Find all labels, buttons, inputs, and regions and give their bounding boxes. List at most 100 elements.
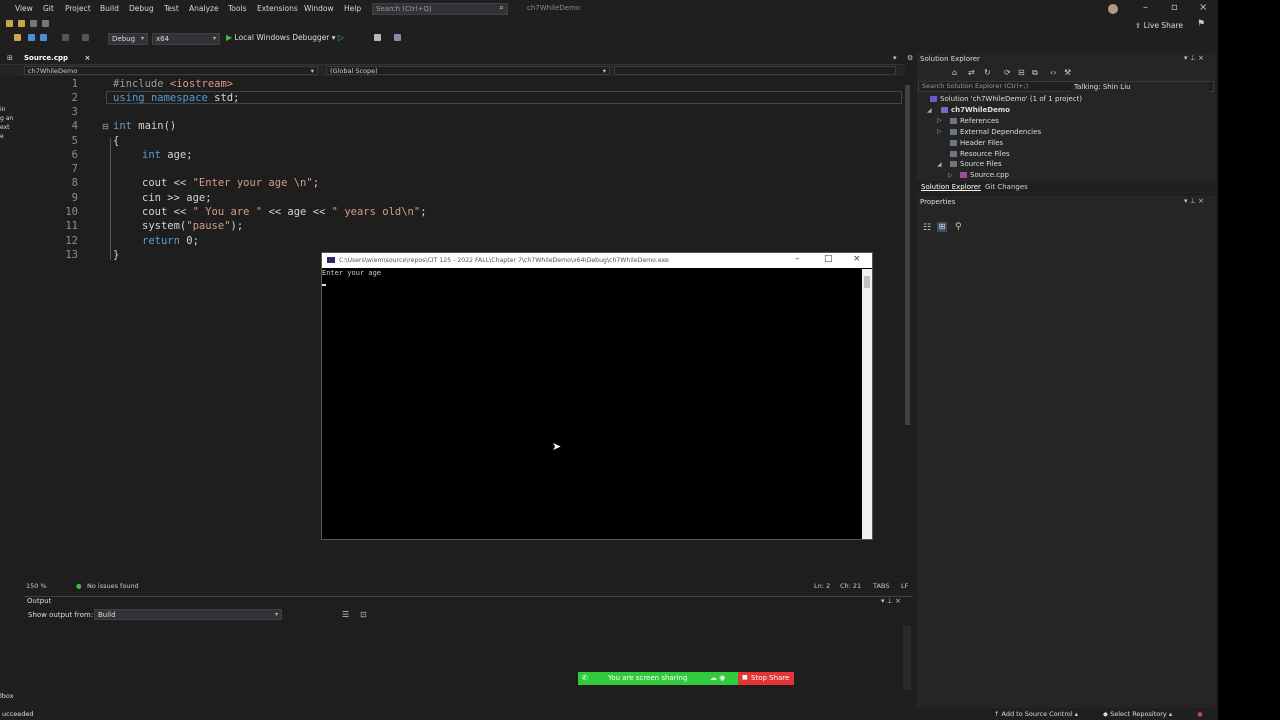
menu-tools[interactable]: Tools	[228, 4, 246, 13]
line-number: 3	[71, 106, 78, 118]
output-scrollbar[interactable]	[903, 626, 911, 690]
console-window[interactable]	[321, 252, 873, 540]
panel-pin-icon[interactable]: ▾ ⊥ ×	[1184, 54, 1204, 62]
collapse-caret-icon[interactable]: ▷	[937, 128, 942, 135]
word-wrap-icon[interactable]: ☰	[342, 610, 349, 619]
console-scrollbar[interactable]	[862, 269, 872, 539]
menu-build[interactable]: Build	[100, 4, 119, 13]
switch-views-icon[interactable]: ⇄	[968, 68, 975, 77]
sync-icon[interactable]: ↻	[984, 68, 991, 77]
tree-references[interactable]: References	[950, 117, 999, 125]
project-combo[interactable]: ch7WhileDemo ▾	[24, 66, 318, 75]
save-all-icon[interactable]	[40, 34, 47, 41]
sharing-options-icon[interactable]: ☁ ◉	[710, 674, 725, 682]
code-line-1: #include <iostream>	[113, 78, 234, 90]
panel-pin-icon[interactable]: ▾ ⊥ ×	[1184, 197, 1204, 205]
properties-icon[interactable]: ⚒	[1064, 68, 1071, 77]
layout-icon[interactable]	[394, 34, 401, 41]
avatar[interactable]	[1108, 4, 1118, 14]
save-icon[interactable]	[30, 20, 37, 27]
tab-overflow-icon[interactable]: ▾	[893, 54, 897, 62]
tree-source-cpp[interactable]: Source.cpp	[960, 171, 1009, 179]
line-ending[interactable]: LF	[901, 582, 908, 590]
code-view-icon[interactable]: ‹›	[1050, 68, 1056, 77]
close-tab-icon[interactable]: ×	[84, 54, 90, 62]
console-minimize-icon[interactable]: –	[795, 254, 800, 264]
repository-label: Select Repository	[1110, 710, 1167, 718]
source-control-button[interactable]: ↑ Add to Source Control ▴	[994, 710, 1078, 718]
line-position: Ln: 2	[814, 582, 831, 590]
live-share-button[interactable]: ⇪ Live Share	[1135, 21, 1183, 30]
tab-solution-explorer[interactable]: Solution Explorer	[921, 183, 981, 191]
config-combo[interactable]: Debug ▾	[108, 33, 148, 45]
zoom-level[interactable]: 150 %	[26, 582, 47, 590]
alphabetical-icon[interactable]: ⊞	[937, 222, 947, 232]
tree-header-files[interactable]: Header Files	[950, 139, 1003, 147]
menu-git[interactable]: Git	[43, 4, 54, 13]
tree-solution[interactable]: Solution 'ch7WhileDemo' (1 of 1 project)	[930, 95, 1082, 103]
tab-git-changes[interactable]: Git Changes	[985, 183, 1028, 191]
collapse-caret-icon[interactable]: ▷	[948, 172, 953, 179]
menu-analyze[interactable]: Analyze	[189, 4, 219, 13]
search-input[interactable]: Search (Ctrl+Q) ⌕	[372, 3, 508, 15]
collapse-icon[interactable]: ⊟	[102, 122, 109, 131]
open-folder-icon[interactable]	[18, 20, 25, 27]
notifications-icon[interactable]: ◉	[1197, 710, 1203, 718]
categorized-icon[interactable]: ☷	[923, 223, 931, 233]
menu-debug[interactable]: Debug	[129, 4, 154, 13]
expand-caret-icon[interactable]: ◢	[937, 161, 942, 168]
undo-icon[interactable]	[62, 34, 69, 41]
show-all-files-icon[interactable]: ⧉	[1032, 68, 1038, 78]
open-icon[interactable]	[14, 34, 21, 41]
breakpoint-icon[interactable]	[374, 34, 381, 41]
feedback-icon[interactable]: ⚑	[1197, 19, 1205, 29]
cutoff-text: e	[0, 133, 4, 140]
tree-source-files[interactable]: Source Files	[950, 160, 1002, 168]
scope-combo[interactable]: (Global Scope) ▾	[326, 66, 610, 75]
config-value: Debug	[112, 35, 136, 43]
save-icon[interactable]	[28, 34, 35, 41]
refresh-icon[interactable]: ⟳	[1004, 68, 1011, 77]
pin-icon[interactable]: ⊞	[7, 54, 13, 62]
run-debugger-button[interactable]: ▶ Local Windows Debugger ▾ ▷	[226, 33, 344, 42]
maximize-icon[interactable]: ▫	[1171, 2, 1178, 13]
minimize-icon[interactable]: –	[1143, 2, 1148, 13]
member-combo[interactable]	[614, 66, 896, 75]
output-source-combo[interactable]: Build ▾	[94, 609, 282, 620]
tree-project[interactable]: ch7WhileDemo	[941, 106, 1010, 114]
new-file-icon[interactable]	[6, 20, 13, 27]
home-icon[interactable]: ⌂	[952, 68, 957, 77]
menu-test[interactable]: Test	[164, 4, 179, 13]
select-repository-button[interactable]: ◆ Select Repository ▴	[1103, 710, 1172, 718]
menu-project[interactable]: Project	[65, 4, 91, 13]
tree-external-dependencies[interactable]: External Dependencies	[950, 128, 1041, 136]
menu-window[interactable]: Window	[304, 4, 334, 13]
tabs-mode[interactable]: TABS	[873, 582, 889, 590]
redo-icon[interactable]	[82, 34, 89, 41]
editor-scroll-thumb[interactable]	[905, 85, 910, 425]
console-scroll-thumb[interactable]	[864, 276, 870, 288]
save-all-icon[interactable]	[42, 20, 49, 27]
menu-extensions[interactable]: Extensions	[257, 4, 298, 13]
settings-icon[interactable]: ⚙	[907, 54, 913, 62]
menu-help[interactable]: Help	[344, 4, 361, 13]
property-pages-icon[interactable]: ⚲	[955, 222, 962, 232]
code-line-8: cout << "Enter your age \n";	[142, 177, 320, 189]
toolbox-tab[interactable]: lbox	[0, 692, 14, 700]
tree-resource-files[interactable]: Resource Files	[950, 150, 1010, 158]
console-maximize-icon[interactable]: □	[824, 254, 833, 264]
collapse-caret-icon[interactable]: ▷	[937, 117, 942, 124]
output-menu-icon[interactable]: ▾ ⊥ ×	[881, 597, 901, 605]
screen-sharing-status: You are screen sharing	[608, 674, 688, 682]
menu-view[interactable]: View	[15, 4, 33, 13]
collapse-all-icon[interactable]: ⊟	[1018, 68, 1025, 77]
issues-status[interactable]: No issues found	[87, 582, 139, 590]
close-icon[interactable]: ×	[1199, 2, 1207, 13]
console-close-icon[interactable]: ×	[853, 254, 861, 264]
tab-source-cpp[interactable]: Source.cpp ×	[24, 54, 90, 62]
expand-caret-icon[interactable]: ◢	[927, 107, 932, 114]
output-title: Output	[27, 597, 52, 605]
clear-all-icon[interactable]: ⊡	[360, 610, 367, 619]
start-without-debugging-icon[interactable]: ▷	[338, 33, 344, 42]
platform-combo[interactable]: x64 ▾	[152, 33, 220, 45]
